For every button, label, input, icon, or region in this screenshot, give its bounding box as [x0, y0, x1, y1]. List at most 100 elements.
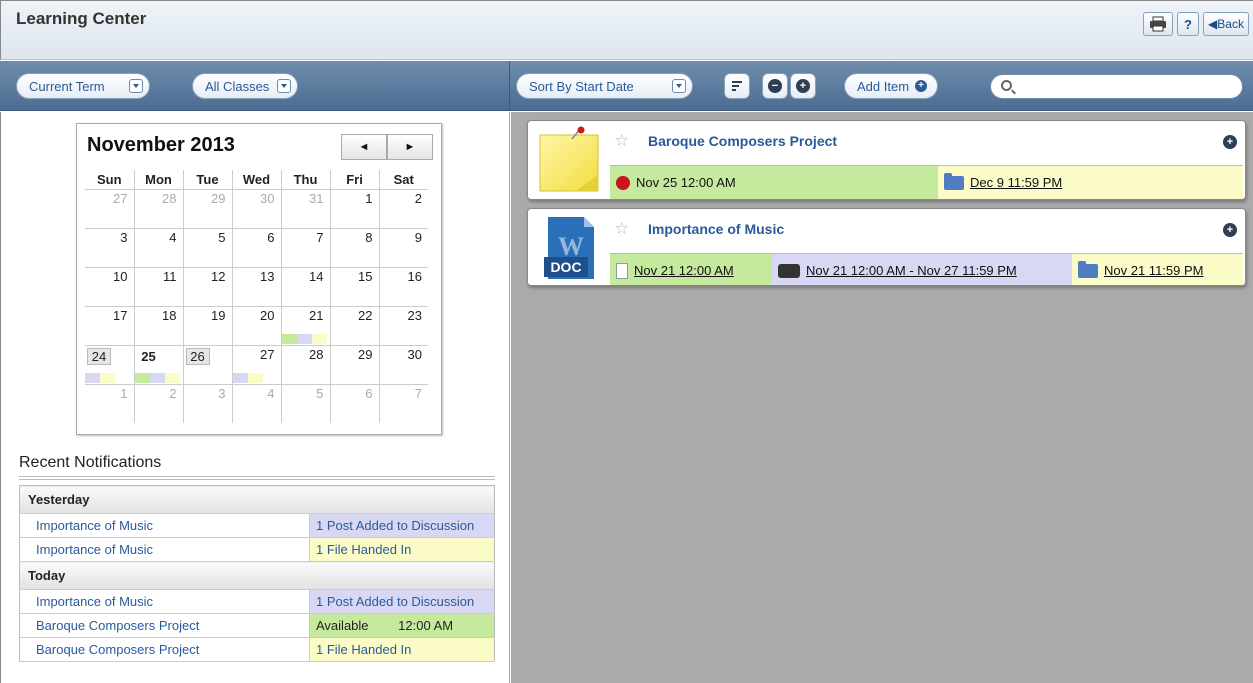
calendar-day[interactable]: 6 [231, 227, 282, 268]
calendar-day[interactable]: 28 [133, 188, 184, 229]
divider [19, 476, 495, 480]
calendar-day[interactable]: 7 [280, 227, 331, 268]
calendar-day[interactable]: 27 [231, 344, 282, 385]
calendar-day[interactable]: 1 [329, 188, 380, 229]
calendar-day[interactable]: 24 [85, 344, 135, 385]
notification-item-link[interactable]: Importance of Music [19, 589, 310, 614]
calendar-day[interactable]: 3 [182, 383, 233, 423]
item-title-link[interactable]: Importance of Music [648, 221, 784, 237]
notification-row: Baroque Composers Project Available 12:0… [19, 613, 495, 638]
next-month-button[interactable]: ► [387, 134, 433, 160]
calendar-day[interactable]: 29 [329, 344, 380, 385]
calendar-week: 10 11 12 13 14 15 16 [85, 266, 428, 307]
calendar-day[interactable]: 9 [378, 227, 428, 268]
day-number: 6 [365, 385, 373, 401]
favorite-star-icon[interactable]: ☆ [614, 220, 629, 237]
due-date-text: Nov 21 11:59 PM [1104, 263, 1204, 278]
calendar-day[interactable]: 4 [133, 227, 184, 268]
day-number: 20 [260, 307, 275, 323]
day-number: 6 [267, 229, 275, 245]
calendar-day[interactable]: 12 [182, 266, 233, 307]
calendar-day[interactable]: 31 [280, 188, 331, 229]
item-title-link[interactable]: Baroque Composers Project [648, 133, 837, 149]
day-number: 25 [136, 347, 161, 365]
prev-month-button[interactable]: ◄ [341, 134, 387, 160]
calendar-day[interactable]: 2 [378, 188, 428, 229]
notification-item-link[interactable]: Baroque Composers Project [19, 613, 310, 638]
item-date-bar: Nov 25 12:00 AM Dec 9 11:59 PM [610, 165, 1243, 199]
due-date-link[interactable]: Dec 9 11:59 PM [938, 166, 1243, 199]
calendar-day[interactable]: 21 [280, 305, 331, 346]
add-item-button[interactable]: Add Item + [844, 73, 939, 99]
term-select[interactable]: Current Term [16, 73, 150, 99]
expand-item-icon[interactable]: + [1223, 223, 1237, 237]
day-number: 1 [120, 385, 128, 401]
day-number: 3 [218, 385, 226, 401]
notification-row: Importance of Music 1 File Handed In [19, 537, 495, 562]
day-number: 24 [87, 347, 111, 365]
day-number: 3 [120, 229, 128, 245]
calendar-nav: ◄ ► [341, 134, 433, 160]
sort-lines-icon [732, 81, 742, 91]
favorite-star-icon[interactable]: ☆ [614, 132, 629, 149]
day-number: 19 [211, 307, 226, 323]
calendar-day[interactable]: 28 [280, 344, 331, 385]
calendar-day[interactable]: 4 [231, 383, 282, 423]
start-date-text: Nov 25 12:00 AM [636, 175, 736, 190]
calendar-day[interactable]: 2 [133, 383, 184, 423]
calendar-day[interactable]: 17 [85, 305, 135, 346]
search-input[interactable] [1019, 78, 1234, 95]
back-button[interactable]: ◀Back [1203, 12, 1249, 36]
calendar-day[interactable]: 5 [182, 227, 233, 268]
calendar-day[interactable]: 19 [182, 305, 233, 346]
calendar-month-title: November 2013 [87, 134, 235, 156]
calendar-day[interactable]: 27 [85, 188, 135, 229]
start-date-link[interactable]: Nov 21 12:00 AM [610, 254, 772, 285]
calendar-day[interactable]: 5 [280, 383, 331, 423]
sticky-note-icon[interactable] [536, 125, 606, 195]
calendar-day-today[interactable]: 25 [133, 344, 184, 385]
notification-row: Importance of Music 1 Post Added to Disc… [19, 589, 495, 614]
day-number: 2 [414, 190, 422, 206]
help-button[interactable]: ? [1177, 12, 1199, 36]
calendar-day[interactable]: 20 [231, 305, 282, 346]
event-marker [311, 333, 327, 344]
calendar-day[interactable]: 26 [182, 344, 233, 385]
sort-select[interactable]: Sort By Start Date [516, 73, 693, 99]
calendar-day[interactable]: 30 [378, 344, 428, 385]
calendar-day[interactable]: 22 [329, 305, 380, 346]
calendar-day[interactable]: 11 [133, 266, 184, 307]
notification-item-link[interactable]: Importance of Music [19, 537, 310, 562]
notification-status: 1 File Handed In [309, 537, 495, 562]
due-date-link[interactable]: Nov 21 11:59 PM [1072, 254, 1243, 285]
calendar-day[interactable]: 18 [133, 305, 184, 346]
classes-select[interactable]: All Classes [192, 73, 299, 99]
calendar-day[interactable]: 1 [85, 383, 135, 423]
left-pane: November 2013 ◄ ► Sun Mon Tue Wed Thu Fr… [0, 112, 510, 683]
calendar-day[interactable]: 7 [378, 383, 428, 423]
weekday-label: Sun [85, 170, 135, 190]
word-doc-icon[interactable]: W DOC [536, 213, 606, 283]
notification-item-link[interactable]: Baroque Composers Project [19, 637, 310, 662]
calendar-day[interactable]: 16 [378, 266, 428, 307]
calendar-day[interactable]: 29 [182, 188, 233, 229]
calendar-day[interactable]: 14 [280, 266, 331, 307]
calendar-day[interactable]: 30 [231, 188, 282, 229]
calendar-day[interactable]: 23 [378, 305, 428, 346]
print-button[interactable] [1143, 12, 1173, 36]
collapse-all-button[interactable]: − [762, 73, 788, 99]
expand-all-button[interactable]: + [790, 73, 816, 99]
discussion-date-link[interactable]: Nov 21 12:00 AM - Nov 27 11:59 PM [772, 254, 1072, 285]
expand-item-icon[interactable]: + [1223, 135, 1237, 149]
calendar-day[interactable]: 8 [329, 227, 380, 268]
calendar-day[interactable]: 10 [85, 266, 135, 307]
calendar-day[interactable]: 3 [85, 227, 135, 268]
minus-circle-icon: − [768, 79, 782, 93]
notification-item-link[interactable]: Importance of Music [19, 513, 310, 538]
calendar-day[interactable]: 6 [329, 383, 380, 423]
calendar-day[interactable]: 15 [329, 266, 380, 307]
item-card: W DOC ☆ Importance of Music + Nov 21 12:… [527, 208, 1246, 286]
day-number: 4 [169, 229, 177, 245]
calendar-day[interactable]: 13 [231, 266, 282, 307]
sort-order-button[interactable] [724, 73, 750, 99]
